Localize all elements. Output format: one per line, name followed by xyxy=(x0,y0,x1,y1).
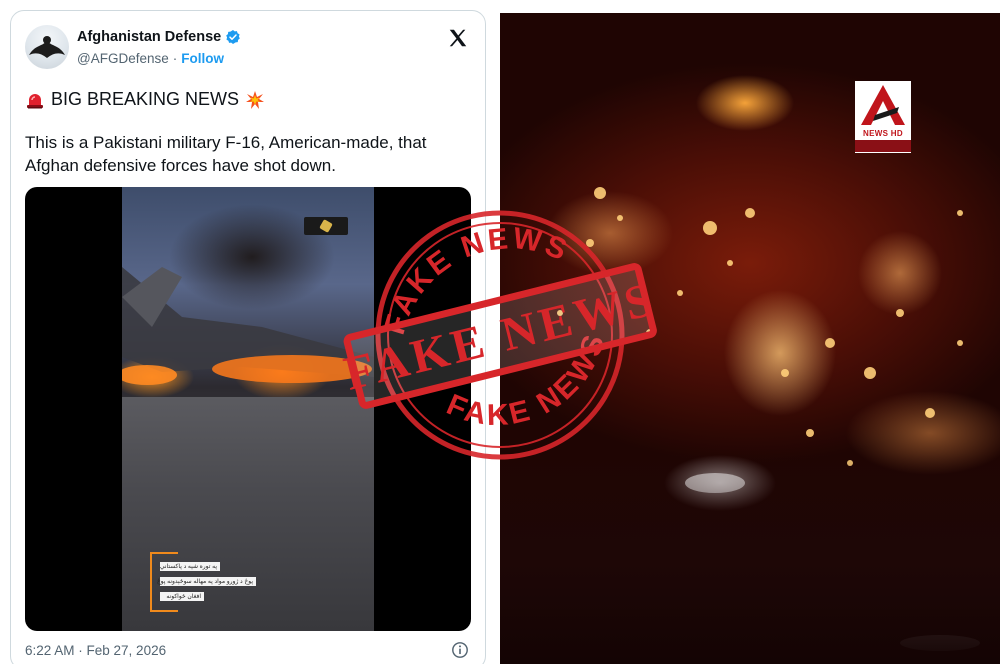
headline-text: BIG BREAKING NEWS xyxy=(51,89,240,109)
video-caption-line: په توره شپه د پاکستاني xyxy=(160,562,220,571)
video-frame: په توره شپه د پاکستاني پوځ د ژورو مواد پ… xyxy=(122,187,374,631)
news-logo-subtext-bar xyxy=(855,140,911,152)
tweet-body: This is a Pakistani military F-16, Ameri… xyxy=(25,133,427,175)
video-caption-line: افغان ځواکونه xyxy=(160,592,204,601)
author-name-row: Afghanistan Defense xyxy=(77,29,241,45)
profile-avatar[interactable] xyxy=(25,25,69,69)
news-channel-logo-icon xyxy=(861,85,905,125)
wrecked-jet-shape xyxy=(122,267,374,385)
video-watermark xyxy=(304,217,348,235)
collision-emoji-icon xyxy=(246,90,265,109)
eagle-icon xyxy=(29,36,65,58)
news-logo-text: NEWS HD xyxy=(863,129,903,138)
handle-separator: · xyxy=(172,51,178,66)
tweet-video[interactable]: په توره شپه د پاکستاني پوځ د ژورو مواد پ… xyxy=(25,187,471,631)
tweet-timestamp[interactable]: 6:22 AM · Feb 27, 2026 xyxy=(25,643,166,658)
info-icon[interactable] xyxy=(451,641,469,659)
verified-badge-icon xyxy=(226,30,241,44)
x-logo-icon[interactable] xyxy=(447,27,469,49)
tweet-card: Afghanistan Defense @AFGDefense · Follow… xyxy=(10,10,486,664)
video-caption-line: پوځ د ژورو مواد په مهاله سوځېدونه پوځ xyxy=(157,577,256,586)
news-hd-logo: NEWS HD xyxy=(855,81,911,153)
handle-row: @AFGDefense · Follow xyxy=(77,51,224,66)
handle[interactable]: @AFGDefense xyxy=(77,51,169,66)
photo-shadow xyxy=(500,453,1000,664)
watermark-logo-icon xyxy=(319,219,333,233)
follow-button[interactable]: Follow xyxy=(181,51,224,66)
display-name[interactable]: Afghanistan Defense xyxy=(77,29,221,45)
crash-photo: NEWS HD xyxy=(500,13,1000,664)
breaking-headline: BIG BREAKING NEWS xyxy=(25,89,265,110)
siren-emoji-icon xyxy=(27,93,43,108)
